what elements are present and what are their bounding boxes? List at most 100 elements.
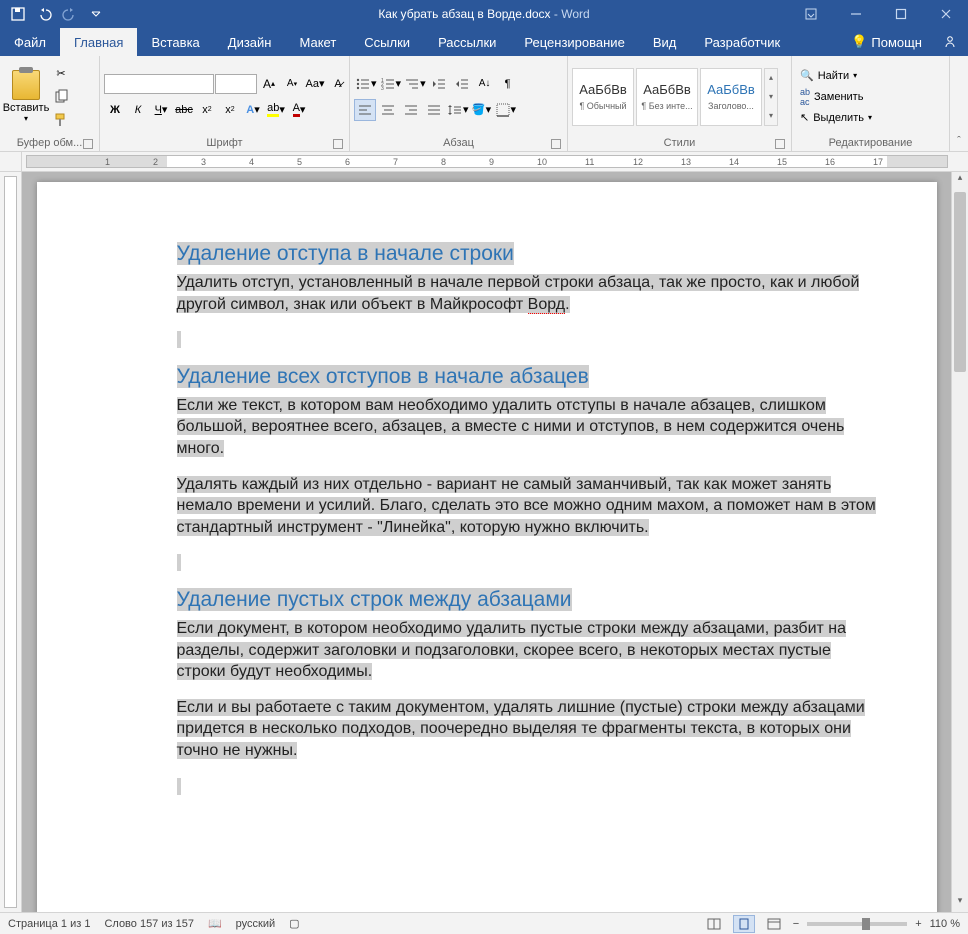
save-button[interactable] — [6, 2, 30, 26]
paragraph-launcher[interactable] — [551, 139, 561, 149]
style-heading1[interactable]: АаБбВв Заголово... — [700, 68, 762, 126]
align-left-button[interactable] — [354, 99, 376, 121]
styles-launcher[interactable] — [775, 139, 785, 149]
maximize-button[interactable] — [878, 0, 923, 28]
change-case-button[interactable]: Aa▾ — [304, 73, 326, 95]
collapse-ribbon-button[interactable]: ˆ — [957, 135, 961, 147]
scroll-up-button[interactable]: ▴ — [952, 172, 968, 189]
status-words[interactable]: Слово 157 из 157 — [104, 918, 194, 930]
tab-design[interactable]: Дизайн — [214, 28, 286, 56]
tab-view[interactable]: Вид — [639, 28, 691, 56]
align-right-button[interactable] — [400, 99, 422, 121]
multilevel-list-button[interactable]: ▾ — [403, 73, 427, 95]
heading-2[interactable]: Удаление всех отступов в начале абзацев — [177, 365, 589, 388]
close-button[interactable] — [923, 0, 968, 28]
increase-indent-button[interactable] — [451, 73, 473, 95]
search-icon: 🔍 — [800, 69, 814, 82]
view-read-button[interactable] — [703, 915, 725, 933]
zoom-in-button[interactable]: + — [915, 918, 921, 930]
undo-button[interactable] — [32, 2, 56, 26]
grow-font-button[interactable]: A▴ — [258, 73, 280, 95]
tab-home[interactable]: Главная — [60, 28, 137, 56]
style-normal[interactable]: АаБбВв ¶ Обычный — [572, 68, 634, 126]
copy-button[interactable] — [50, 86, 72, 108]
empty-para-2[interactable] — [177, 552, 877, 574]
paste-button[interactable]: Вставить ▾ — [4, 64, 48, 130]
clear-formatting-button[interactable]: A̷ — [327, 73, 349, 95]
tab-insert[interactable]: Вставка — [137, 28, 213, 56]
cut-button[interactable]: ✂ — [50, 63, 72, 85]
italic-button[interactable]: К — [127, 99, 149, 121]
numbering-button[interactable]: 123▾ — [379, 73, 403, 95]
zoom-knob[interactable] — [862, 918, 870, 930]
clipboard-launcher[interactable] — [83, 139, 93, 149]
show-marks-button[interactable]: ¶ — [497, 73, 519, 95]
paragraph-2[interactable]: Если же текст, в котором вам необходимо … — [177, 395, 877, 460]
minimize-button[interactable] — [833, 0, 878, 28]
ruler-horizontal[interactable]: 1234567891011121314151617 — [0, 152, 968, 172]
justify-button[interactable] — [423, 99, 445, 121]
styles-down-button[interactable]: ▾ — [765, 87, 777, 106]
heading-3[interactable]: Удаление пустых строк между абзацами — [177, 588, 572, 611]
underline-button[interactable]: Ч▾ — [150, 99, 172, 121]
tab-mailings[interactable]: Рассылки — [424, 28, 510, 56]
zoom-out-button[interactable]: − — [793, 918, 799, 930]
view-print-button[interactable] — [733, 915, 755, 933]
status-spellcheck-icon[interactable]: 📖 — [208, 917, 222, 930]
find-button[interactable]: 🔍Найти▾ — [796, 66, 876, 86]
paragraph-4[interactable]: Если документ, в котором необходимо удал… — [177, 618, 877, 683]
empty-para-3[interactable] — [177, 776, 877, 798]
font-name-input[interactable] — [104, 74, 214, 94]
view-web-button[interactable] — [763, 915, 785, 933]
scroll-thumb[interactable] — [954, 192, 966, 372]
shrink-font-button[interactable]: A▾ — [281, 73, 303, 95]
status-page[interactable]: Страница 1 из 1 — [8, 918, 90, 930]
bold-button[interactable]: Ж — [104, 99, 126, 121]
document-viewport[interactable]: Удаление отступа в начале строки Удалить… — [22, 172, 951, 912]
tab-references[interactable]: Ссылки — [350, 28, 424, 56]
ruler-vertical[interactable] — [0, 172, 22, 912]
tab-developer[interactable]: Разработчик — [690, 28, 794, 56]
select-button[interactable]: ↖Выделить▾ — [796, 108, 876, 128]
status-macro-icon[interactable]: ▢ — [289, 917, 299, 930]
line-spacing-button[interactable]: ▾ — [446, 99, 470, 121]
highlight-button[interactable]: ab▾ — [265, 99, 287, 121]
qat-customize-button[interactable] — [84, 2, 108, 26]
paragraph-5[interactable]: Если и вы работаете с таким документом, … — [177, 697, 877, 762]
paragraph-1[interactable]: Удалить отступ, установленный в начале п… — [177, 272, 877, 315]
tab-review[interactable]: Рецензирование — [510, 28, 638, 56]
font-launcher[interactable] — [333, 139, 343, 149]
zoom-slider[interactable] — [807, 922, 907, 926]
subscript-button[interactable]: x2 — [196, 99, 218, 121]
zoom-level[interactable]: 110 % — [930, 918, 960, 930]
styles-up-button[interactable]: ▴ — [765, 69, 777, 88]
share-button[interactable] — [932, 28, 968, 56]
strikethrough-button[interactable]: abc — [173, 99, 195, 121]
scroll-down-button[interactable]: ▾ — [952, 895, 968, 912]
p3-text: Удалять каждый из них отдельно - вариант… — [177, 476, 876, 536]
tell-me-button[interactable]: 💡Помощн — [841, 28, 932, 56]
paragraph-3[interactable]: Удалять каждый из них отдельно - вариант… — [177, 474, 877, 539]
tab-file[interactable]: Файл — [0, 28, 60, 56]
superscript-button[interactable]: x2 — [219, 99, 241, 121]
heading-1[interactable]: Удаление отступа в начале строки — [177, 242, 514, 265]
empty-para-1[interactable] — [177, 329, 877, 351]
font-size-input[interactable] — [215, 74, 257, 94]
style-no-spacing[interactable]: АаБбВв ¶ Без инте... — [636, 68, 698, 126]
shading-button[interactable]: 🪣▾ — [471, 99, 493, 121]
format-painter-button[interactable] — [50, 109, 72, 131]
redo-button[interactable] — [58, 2, 82, 26]
sort-button[interactable]: A↓ — [474, 73, 496, 95]
ribbon-options-button[interactable] — [788, 0, 833, 28]
replace-button[interactable]: abacЗаменить — [796, 87, 876, 107]
tab-layout[interactable]: Макет — [285, 28, 350, 56]
borders-button[interactable]: ▾ — [494, 99, 518, 121]
status-language[interactable]: русский — [236, 918, 275, 930]
font-color-button[interactable]: A▾ — [288, 99, 310, 121]
bullets-button[interactable]: ▾ — [354, 73, 378, 95]
vertical-scrollbar[interactable]: ▴ ▾ — [951, 172, 968, 912]
text-effects-button[interactable]: A▾ — [242, 99, 264, 121]
decrease-indent-button[interactable] — [428, 73, 450, 95]
align-center-button[interactable] — [377, 99, 399, 121]
styles-more-button[interactable]: ▾ — [765, 106, 777, 125]
